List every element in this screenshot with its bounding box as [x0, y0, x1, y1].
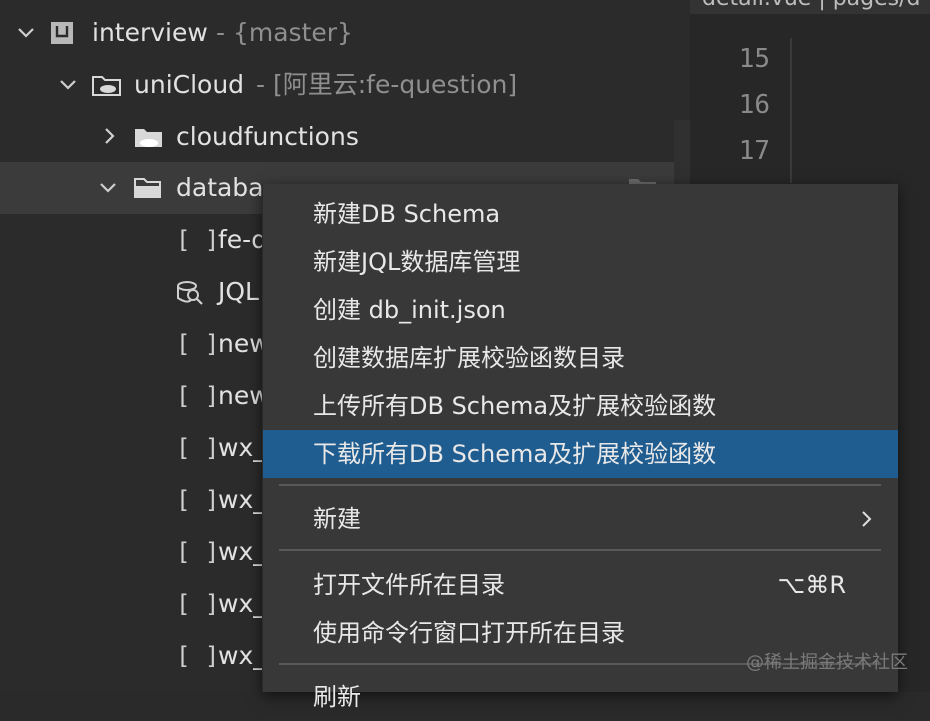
- menu-separator: [279, 484, 881, 486]
- folder-open-icon: [134, 176, 162, 200]
- schema-file-icon: [ ]: [176, 642, 220, 670]
- menu-item-label: 新建JQL数据库管理: [313, 248, 521, 276]
- menu-item-label: 下载所有DB Schema及扩展校验函数: [313, 440, 717, 468]
- project-name: interview: [92, 18, 208, 47]
- file-label: wx_: [218, 537, 266, 566]
- schema-file-icon: [ ]: [176, 330, 220, 358]
- line-number: 17: [738, 136, 770, 166]
- file-label: wx_: [218, 485, 266, 514]
- line-number: 16: [738, 90, 770, 120]
- chevron-right-icon[interactable]: [104, 128, 118, 144]
- editor-tab-label: detail.vue | pages/d: [702, 0, 921, 11]
- menu-item-label: 刷新: [313, 683, 361, 711]
- menu-item-label: 打开文件所在目录: [313, 571, 505, 599]
- schema-file-icon: [ ]: [176, 382, 220, 410]
- file-label: wx_: [218, 433, 266, 462]
- file-label: JQL: [218, 277, 259, 306]
- file-label: wx_: [218, 589, 266, 618]
- cloudfunctions-label: cloudfunctions: [176, 122, 359, 151]
- chevron-down-icon[interactable]: [60, 79, 76, 93]
- chevron-right-icon: [862, 511, 872, 531]
- menu-item-label: 创建 db_init.json: [313, 296, 506, 324]
- menu-item-shortcut: ⌥⌘R: [777, 571, 846, 599]
- watermark: @稀土掘金技术社区: [746, 652, 908, 673]
- menu-item-download-schemas[interactable]: 下载所有DB Schema及扩展校验函数: [263, 430, 898, 478]
- menu-item-create-db-init[interactable]: 创建 db_init.json: [263, 286, 898, 334]
- menu-item-new-db-schema[interactable]: 新建DB Schema: [263, 190, 898, 238]
- context-menu: 新建DB Schema 新建JQL数据库管理 创建 db_init.json 创…: [262, 184, 898, 711]
- cloud-folder-icon: [92, 73, 121, 97]
- menu-item-refresh[interactable]: 刷新: [263, 673, 898, 721]
- menu-item-open-in-finder[interactable]: 打开文件所在目录 ⌥⌘R: [263, 561, 898, 609]
- jql-search-icon: [176, 280, 204, 305]
- menu-item-label: 上传所有DB Schema及扩展校验函数: [313, 392, 717, 420]
- chevron-down-icon[interactable]: [100, 182, 116, 196]
- editor-tab[interactable]: detail.vue | pages/d: [690, 0, 930, 14]
- cloud-name: uniCloud: [134, 70, 245, 99]
- project-branch: - {master}: [216, 18, 353, 47]
- project-icon: [50, 21, 78, 45]
- database-label: databa: [176, 173, 264, 202]
- tree-item-unicloud[interactable]: uniCloud - [阿里云:fe-question]: [0, 59, 674, 111]
- line-number: 15: [738, 44, 770, 74]
- file-label: wx_: [218, 641, 266, 670]
- tree-item-project[interactable]: interview - {master}: [0, 7, 674, 59]
- tree-item-cloudfunctions[interactable]: cloudfunctions: [0, 111, 674, 163]
- menu-item-create-validate-dir[interactable]: 创建数据库扩展校验函数目录: [263, 334, 898, 382]
- menu-item-label: 使用命令行窗口打开所在目录: [313, 619, 625, 647]
- menu-item-label: 新建: [313, 505, 361, 533]
- menu-item-label: 新建DB Schema: [313, 200, 501, 228]
- cloud-folder-icon: [134, 125, 162, 149]
- schema-file-icon: [ ]: [176, 226, 220, 254]
- schema-file-icon: [ ]: [176, 538, 220, 566]
- menu-separator: [279, 549, 881, 551]
- cloud-meta: - [阿里云:fe-question]: [256, 70, 518, 99]
- file-label: fe-q: [218, 225, 268, 254]
- menu-item-upload-schemas[interactable]: 上传所有DB Schema及扩展校验函数: [263, 382, 898, 430]
- schema-file-icon: [ ]: [176, 434, 220, 462]
- gutter-divider: [790, 38, 792, 183]
- chevron-down-icon[interactable]: [18, 27, 34, 41]
- schema-file-icon: [ ]: [176, 486, 220, 514]
- menu-item-new-jql[interactable]: 新建JQL数据库管理: [263, 238, 898, 286]
- menu-item-new[interactable]: 新建: [263, 495, 898, 543]
- menu-item-label: 创建数据库扩展校验函数目录: [313, 344, 625, 372]
- schema-file-icon: [ ]: [176, 590, 220, 618]
